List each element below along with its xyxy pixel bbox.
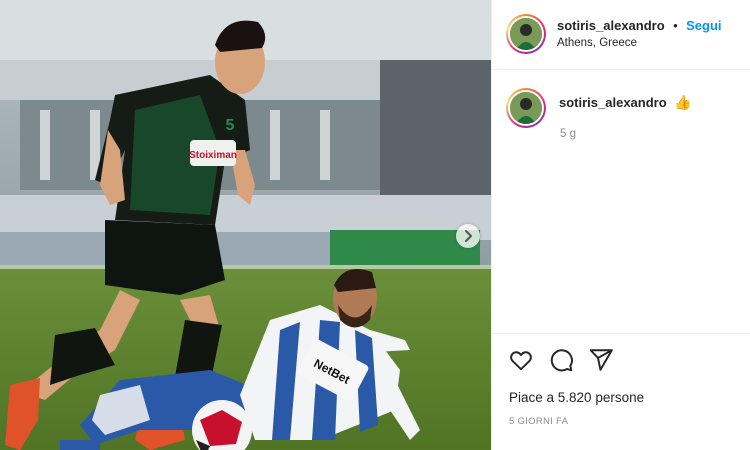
comment-button[interactable] bbox=[548, 347, 574, 373]
share-button[interactable] bbox=[588, 347, 614, 373]
header-username[interactable]: sotiris_alexandro bbox=[557, 18, 665, 33]
post-date[interactable]: 5 GIORNI FA bbox=[509, 416, 568, 427]
post-side-panel: sotiris_alexandro • Segui Athens, Greece… bbox=[491, 0, 750, 450]
caption-avatar[interactable] bbox=[506, 88, 546, 128]
chevron-right-icon bbox=[465, 230, 472, 242]
follow-button[interactable]: Segui bbox=[686, 18, 721, 33]
comment-icon bbox=[550, 349, 573, 372]
caption-username[interactable]: sotiris_alexandro bbox=[559, 95, 667, 110]
green-jersey-sponsor: Stoiximan bbox=[189, 150, 237, 161]
heart-icon bbox=[510, 351, 532, 371]
football-match-photo: Stoiximan 5 NetBet bbox=[0, 0, 491, 450]
next-photo-button[interactable] bbox=[456, 224, 480, 248]
header-separator: • bbox=[673, 18, 678, 33]
post-header: sotiris_alexandro • Segui Athens, Greece bbox=[492, 0, 750, 70]
likes-count[interactable]: Piace a 5.820 persone bbox=[509, 390, 644, 405]
green-jersey-number: 5 bbox=[226, 117, 235, 134]
caption-time[interactable]: 5 g bbox=[560, 128, 576, 140]
post-actions: Piace a 5.820 persone 5 GIORNI FA bbox=[492, 333, 750, 450]
caption: sotiris_alexandro 👍 bbox=[559, 94, 692, 112]
avatar[interactable] bbox=[506, 14, 546, 54]
thumbs-up-emoji: 👍 bbox=[674, 94, 692, 110]
share-icon bbox=[589, 349, 613, 371]
caption-avatar-image bbox=[510, 92, 542, 124]
post-location[interactable]: Athens, Greece bbox=[557, 37, 637, 49]
like-button[interactable] bbox=[508, 347, 534, 373]
post-photo[interactable]: Stoiximan 5 NetBet bbox=[0, 0, 491, 450]
avatar-image bbox=[510, 18, 542, 50]
